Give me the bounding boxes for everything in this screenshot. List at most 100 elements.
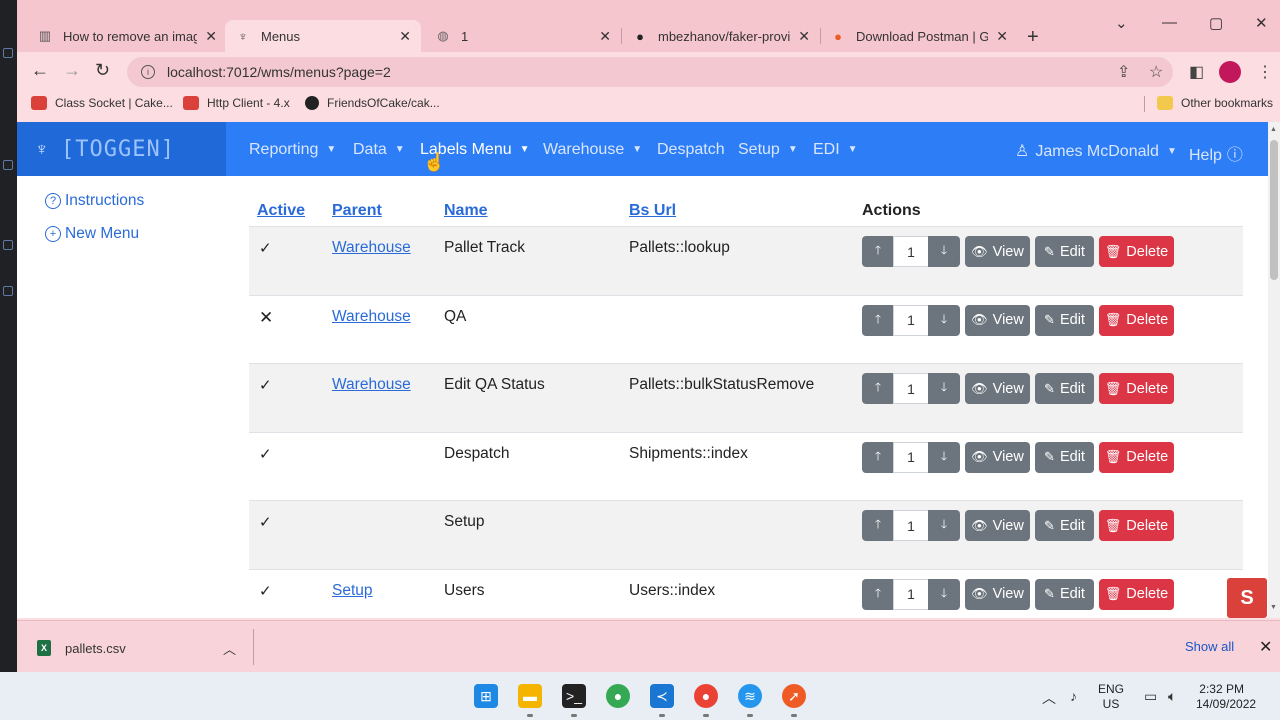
- docker-icon[interactable]: ≋: [738, 684, 762, 708]
- sort-parent[interactable]: Parent: [332, 202, 382, 220]
- volume-icon[interactable]: 🔈︎: [1168, 688, 1176, 705]
- view-button[interactable]: 👁︎ View: [965, 236, 1030, 267]
- file-explorer-icon[interactable]: ▬: [518, 684, 542, 708]
- tab-how-to-remove-image[interactable]: ▥ How to remove an image ✕: [27, 20, 227, 52]
- close-icon[interactable]: ✕: [599, 28, 611, 45]
- move-up-button[interactable]: 🡑: [862, 441, 894, 473]
- tab-menus[interactable]: ♆ Menus ✕: [225, 20, 421, 52]
- delete-button[interactable]: 🗑︎ Delete: [1099, 373, 1174, 404]
- delete-button[interactable]: 🗑︎ Delete: [1099, 578, 1174, 610]
- scroll-down-icon[interactable]: ▼: [1270, 604, 1277, 611]
- move-up-button[interactable]: 🡑: [862, 578, 894, 610]
- vscode-icon[interactable]: ≺: [650, 684, 674, 708]
- share-icon[interactable]: ⇪: [1117, 62, 1130, 82]
- download-item[interactable]: X pallets.csv: [37, 640, 126, 656]
- move-up-button[interactable]: 🡑: [862, 304, 894, 336]
- close-window-button[interactable]: ✕: [1255, 14, 1268, 32]
- edit-button[interactable]: ✎ Edit: [1035, 304, 1094, 336]
- microphone-icon[interactable]: ♪: [1070, 688, 1077, 704]
- tab-1[interactable]: ◍ 1 ✕: [425, 20, 621, 52]
- forward-button[interactable]: →: [63, 60, 81, 81]
- sort-active[interactable]: Active: [257, 202, 305, 220]
- info-icon[interactable]: i: [141, 65, 155, 79]
- order-input[interactable]: 1: [893, 236, 929, 267]
- maximize-button[interactable]: ▢: [1209, 14, 1223, 32]
- delete-button[interactable]: 🗑︎ Delete: [1099, 236, 1174, 267]
- url-text[interactable]: localhost:7012/wms/menus?page=2: [167, 64, 391, 80]
- tab-faker-provider[interactable]: ● mbezhanov/faker-provid ✕: [622, 20, 820, 52]
- move-down-button[interactable]: 🡓: [928, 236, 960, 267]
- parent-link[interactable]: Warehouse: [332, 308, 411, 326]
- windows-start-icon[interactable]: ⊞: [474, 684, 498, 708]
- tab-postman[interactable]: ● Download Postman | Get ✕: [820, 20, 1018, 52]
- reload-button[interactable]: ↻: [95, 60, 110, 81]
- bookmark-other[interactable]: Other bookmarks: [1157, 96, 1273, 110]
- new-tab-button[interactable]: +: [1027, 26, 1039, 49]
- chrome-profile-icon[interactable]: ●: [694, 684, 718, 708]
- parent-link[interactable]: Warehouse: [332, 376, 411, 394]
- network-icon[interactable]: ▭: [1144, 688, 1157, 705]
- move-down-button[interactable]: 🡓: [928, 373, 960, 404]
- back-button[interactable]: ←: [31, 60, 49, 81]
- nav-user[interactable]: ♙ James McDonald ▼: [1015, 141, 1177, 161]
- scroll-up-icon[interactable]: ▲: [1270, 126, 1277, 133]
- parent-link[interactable]: Warehouse: [332, 239, 411, 257]
- nav-help[interactable]: Help ⓘ: [1189, 141, 1243, 165]
- close-icon[interactable]: ✕: [798, 28, 810, 45]
- nav-setup[interactable]: Setup ▼: [738, 141, 798, 159]
- order-input[interactable]: 1: [893, 510, 929, 541]
- nav-despatch[interactable]: Despatch: [657, 141, 725, 159]
- view-button[interactable]: 👁︎ View: [965, 441, 1030, 473]
- postman-icon[interactable]: ➚: [782, 684, 806, 708]
- nav-edi[interactable]: EDI ▼: [813, 141, 858, 159]
- order-input[interactable]: 1: [893, 578, 929, 610]
- close-icon[interactable]: ✕: [996, 28, 1008, 45]
- close-icon[interactable]: ✕: [399, 28, 411, 45]
- move-down-button[interactable]: 🡓: [928, 578, 960, 610]
- edit-button[interactable]: ✎ Edit: [1035, 373, 1094, 404]
- chevron-up-icon[interactable]: ︿: [1042, 688, 1056, 708]
- nav-warehouse[interactable]: Warehouse ▼: [543, 141, 642, 159]
- edit-button[interactable]: ✎ Edit: [1035, 441, 1094, 473]
- terminal-icon[interactable]: >_: [562, 684, 586, 708]
- scrollbar-thumb[interactable]: [1270, 140, 1278, 280]
- close-downloads-button[interactable]: ✕: [1259, 637, 1272, 657]
- chevron-up-icon[interactable]: ︿: [223, 639, 236, 658]
- bookmark-http-client[interactable]: Http Client - 4.x: [183, 96, 290, 110]
- nav-data[interactable]: Data ▼: [353, 141, 405, 159]
- view-button[interactable]: 👁︎ View: [965, 373, 1030, 404]
- star-icon[interactable]: ☆: [1149, 62, 1163, 82]
- address-bar[interactable]: i localhost:7012/wms/menus?page=2: [127, 57, 1173, 87]
- bookmark-friendsofcake[interactable]: FriendsOfCake/cak...: [305, 96, 440, 110]
- parent-link[interactable]: Setup: [332, 582, 373, 600]
- tab-search-icon[interactable]: ⌄: [1115, 14, 1128, 32]
- sidebar-new-menu[interactable]: + New Menu: [45, 225, 215, 243]
- close-icon[interactable]: ✕: [205, 28, 217, 45]
- delete-button[interactable]: 🗑︎ Delete: [1099, 510, 1174, 541]
- side-panel-icon[interactable]: ◧: [1189, 62, 1204, 82]
- sidebar-instructions[interactable]: ? Instructions: [45, 192, 215, 210]
- menu-icon[interactable]: ⋮: [1257, 62, 1273, 82]
- chrome-icon[interactable]: ●: [606, 684, 630, 708]
- move-down-button[interactable]: 🡓: [928, 510, 960, 541]
- profile-avatar[interactable]: [1219, 61, 1241, 83]
- delete-button[interactable]: 🗑︎ Delete: [1099, 441, 1174, 473]
- move-up-button[interactable]: 🡑: [862, 373, 894, 404]
- delete-button[interactable]: 🗑︎ Delete: [1099, 304, 1174, 336]
- show-all-button[interactable]: Show all: [1185, 639, 1234, 654]
- move-down-button[interactable]: 🡓: [928, 304, 960, 336]
- view-button[interactable]: 👁︎ View: [965, 304, 1030, 336]
- move-down-button[interactable]: 🡓: [928, 441, 960, 473]
- edit-button[interactable]: ✎ Edit: [1035, 510, 1094, 541]
- page-scrollbar[interactable]: ▲ ▼: [1268, 122, 1280, 618]
- edit-button[interactable]: ✎ Edit: [1035, 578, 1094, 610]
- order-input[interactable]: 1: [893, 373, 929, 404]
- nav-reporting[interactable]: Reporting ▼: [249, 141, 336, 159]
- sort-bs-url[interactable]: Bs Url: [629, 202, 676, 220]
- clock[interactable]: 2:32 PM 14/09/2022: [1196, 682, 1256, 712]
- order-input[interactable]: 1: [893, 441, 929, 473]
- view-button[interactable]: 👁︎ View: [965, 578, 1030, 610]
- bookmark-class-socket[interactable]: Class Socket | Cake...: [31, 96, 173, 110]
- order-input[interactable]: 1: [893, 304, 929, 336]
- move-up-button[interactable]: 🡑: [862, 236, 894, 267]
